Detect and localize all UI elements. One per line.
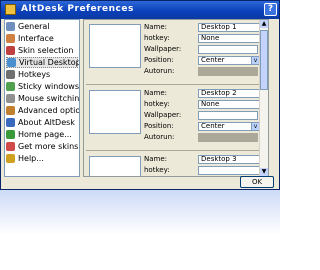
wallpaper-label: Wallpaper: bbox=[144, 111, 182, 119]
sidebar-item-label: Home page... bbox=[18, 130, 72, 139]
position-value: Center bbox=[201, 56, 225, 64]
autorun-field[interactable] bbox=[198, 133, 258, 142]
position-value: Center bbox=[201, 122, 225, 130]
sidebar-item-label: Sticky windows bbox=[18, 82, 79, 91]
scroll-thumb[interactable] bbox=[260, 30, 268, 90]
sidebar-item-help[interactable]: Help... bbox=[6, 153, 78, 164]
sidebar-item-label: General bbox=[18, 22, 50, 31]
desktop-preview bbox=[89, 90, 141, 134]
window-reflection bbox=[0, 190, 280, 235]
help-icon bbox=[6, 154, 15, 163]
position-select[interactable]: Center v bbox=[198, 122, 260, 131]
sidebar-item-general[interactable]: General bbox=[6, 21, 78, 32]
sidebar-item-label: Help... bbox=[18, 154, 44, 163]
sidebar-item-label: Virtual Desktops bbox=[19, 58, 80, 67]
chevron-down-icon[interactable]: v bbox=[251, 123, 259, 130]
name-label: Name: bbox=[144, 155, 168, 163]
position-label: Position: bbox=[144, 122, 174, 130]
sidebar-item-skin-selection[interactable]: Skin selection bbox=[6, 45, 78, 56]
sidebar-item-label: About AltDesk bbox=[18, 118, 75, 127]
chevron-down-icon[interactable]: v bbox=[251, 57, 259, 64]
mouse-icon bbox=[6, 94, 15, 103]
sidebar-item-label: Advanced options bbox=[18, 106, 80, 115]
sidebar-item-mouse-switching[interactable]: Mouse switching bbox=[6, 93, 80, 104]
scroll-up-icon[interactable]: ▲ bbox=[260, 20, 268, 28]
name-field[interactable]: Desktop 2 bbox=[198, 89, 260, 98]
sidebar-item-label: Get more skins... bbox=[18, 142, 80, 151]
pin-icon bbox=[6, 82, 15, 91]
desktop-settings-group: Name: Desktop 1 hotkey: None Wallpaper: … bbox=[86, 20, 268, 85]
preferences-sidebar: General Interface Skin selection Virtual… bbox=[4, 19, 80, 177]
hotkey-label: hotkey: bbox=[144, 34, 170, 42]
hotkey-field[interactable]: None bbox=[198, 34, 260, 43]
interface-icon bbox=[6, 34, 15, 43]
hotkey-field[interactable]: None bbox=[198, 100, 260, 109]
name-field[interactable]: Desktop 1 bbox=[198, 23, 260, 32]
hotkey-label: hotkey: bbox=[144, 166, 170, 174]
hotkey-field[interactable] bbox=[198, 166, 260, 175]
desktop-preview bbox=[89, 24, 141, 68]
sidebar-item-label: Skin selection bbox=[18, 46, 74, 55]
divider bbox=[86, 84, 268, 85]
name-label: Name: bbox=[144, 23, 168, 31]
sidebar-item-advanced-options[interactable]: Advanced options bbox=[6, 105, 80, 116]
skins-icon bbox=[6, 142, 15, 151]
preferences-window: AltDesk Preferences ? General Interface … bbox=[0, 0, 280, 190]
sidebar-item-get-more-skins[interactable]: Get more skins... bbox=[6, 141, 80, 152]
gear-icon bbox=[6, 22, 15, 31]
desktop-preview bbox=[89, 156, 141, 176]
sidebar-item-hotkeys[interactable]: Hotkeys bbox=[6, 69, 78, 80]
skin-icon bbox=[6, 46, 15, 55]
scroll-down-icon[interactable]: ▼ bbox=[260, 168, 268, 176]
autorun-field[interactable] bbox=[198, 67, 258, 76]
home-icon bbox=[6, 130, 15, 139]
desktop-settings-group: Name: Desktop 2 hotkey: None Wallpaper: … bbox=[86, 86, 268, 151]
position-select[interactable]: Center v bbox=[198, 56, 260, 65]
name-label: Name: bbox=[144, 89, 168, 97]
sidebar-item-label: Interface bbox=[18, 34, 54, 43]
title-bar[interactable]: AltDesk Preferences ? bbox=[1, 1, 279, 19]
wallpaper-field[interactable] bbox=[198, 111, 258, 120]
keyboard-icon bbox=[6, 70, 15, 79]
sidebar-item-label: Hotkeys bbox=[18, 70, 51, 79]
desktops-icon bbox=[7, 58, 16, 67]
about-icon bbox=[6, 118, 15, 127]
advanced-icon bbox=[6, 106, 15, 115]
sidebar-item-about[interactable]: About AltDesk bbox=[6, 117, 78, 128]
sidebar-item-home-page[interactable]: Home page... bbox=[6, 129, 78, 140]
virtual-desktops-panel: Name: Desktop 1 hotkey: None Wallpaper: … bbox=[83, 19, 269, 177]
window-title: AltDesk Preferences bbox=[21, 4, 134, 14]
divider bbox=[86, 150, 268, 151]
position-label: Position: bbox=[144, 56, 174, 64]
hotkey-label: hotkey: bbox=[144, 100, 170, 108]
name-field[interactable]: Desktop 3 bbox=[198, 155, 260, 164]
wallpaper-field[interactable] bbox=[198, 45, 258, 54]
help-button[interactable]: ? bbox=[264, 3, 277, 16]
sidebar-item-virtual-desktops[interactable]: Virtual Desktops bbox=[6, 57, 80, 68]
app-icon bbox=[5, 4, 16, 15]
desktop-settings-group: Name: Desktop 3 hotkey: bbox=[86, 152, 268, 176]
sidebar-item-label: Mouse switching bbox=[18, 94, 80, 103]
autorun-label: Autorun: bbox=[144, 67, 175, 75]
sidebar-item-interface[interactable]: Interface bbox=[6, 33, 78, 44]
wallpaper-label: Wallpaper: bbox=[144, 45, 182, 53]
autorun-label: Autorun: bbox=[144, 133, 175, 141]
vertical-scrollbar[interactable]: ▲ ▼ bbox=[259, 20, 268, 176]
sidebar-item-sticky-windows[interactable]: Sticky windows bbox=[6, 81, 79, 92]
ok-button[interactable]: OK bbox=[240, 176, 274, 188]
